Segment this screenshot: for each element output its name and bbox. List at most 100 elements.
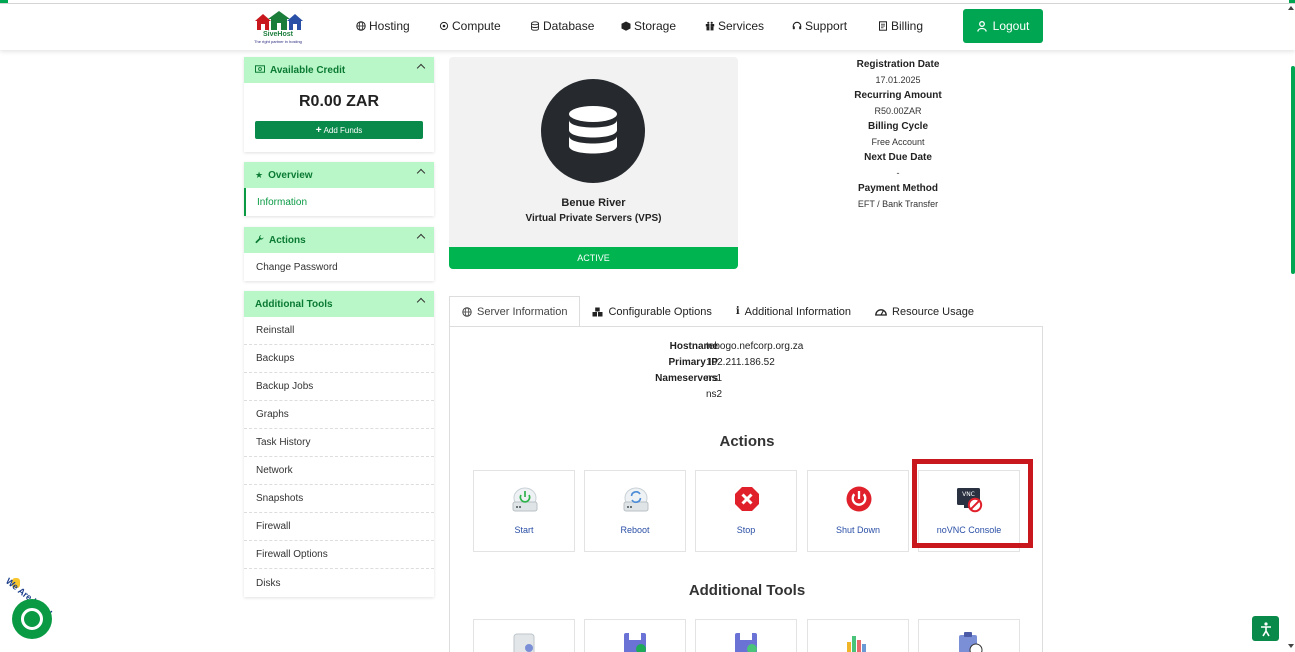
sidebar-item-network[interactable]: Network (244, 457, 434, 485)
overview-panel-title: Overview (268, 169, 313, 181)
sidebar-item-task-history[interactable]: Task History (244, 429, 434, 457)
invoice-icon (879, 21, 887, 31)
sidebar-item-information[interactable]: Information (244, 188, 434, 216)
novnc-highlight-box (912, 459, 1033, 548)
sidebar-item-graphs[interactable]: Graphs (244, 401, 434, 429)
live-chat-button[interactable] (12, 599, 52, 639)
nav-storage-label: Storage (634, 19, 677, 33)
gauge-icon (875, 309, 887, 316)
globe-icon (356, 21, 366, 31)
brand-logo[interactable]: SiveHost The right partner in hosting (246, 9, 310, 49)
gift-icon (705, 21, 715, 31)
overview-panel: ★ Overview Information (244, 162, 434, 216)
tool-task-history-button[interactable] (918, 619, 1020, 652)
credit-panel-title: Available Credit (270, 64, 346, 76)
nav-support[interactable]: Support (792, 19, 847, 33)
sidebar-item-disks[interactable]: Disks (244, 569, 434, 597)
nav-compute-label: Compute (452, 19, 501, 33)
start-label: Start (514, 525, 534, 535)
start-icon (512, 487, 538, 512)
tool-reinstall-button[interactable] (473, 619, 575, 652)
nav-billing[interactable]: Billing (878, 19, 923, 33)
sidebar-item-firewall-options[interactable]: Firewall Options (244, 541, 434, 569)
chevron-up-icon[interactable] (416, 233, 426, 243)
registration-date-value: 17.01.2025 (875, 75, 921, 85)
tab-resource-usage[interactable]: Resource Usage (863, 296, 986, 327)
additional-tools-panel: Additional Tools Reinstall Backups Backu… (244, 291, 434, 597)
start-button[interactable]: Start (473, 470, 575, 552)
box-icon (621, 21, 631, 31)
star-icon: ★ (255, 169, 264, 180)
recurring-amount-value: R50.00ZAR (874, 106, 922, 116)
chevron-up-icon[interactable] (416, 297, 426, 307)
credit-panel: Available Credit R0.00 ZAR + Add Funds (244, 57, 434, 152)
billing-cycle-label: Billing Cycle (867, 121, 928, 132)
chevron-up-icon[interactable] (416, 168, 426, 178)
actions-panel-header[interactable]: Actions (244, 227, 434, 253)
next-due-date-value: - (896, 168, 900, 178)
actions-panel: Actions Change Password (244, 227, 434, 281)
server-info-keys: Hostname Primary IP Nameservers (590, 341, 718, 401)
tool-backup-jobs-button[interactable] (695, 619, 797, 652)
stop-icon (735, 487, 759, 511)
nav-hosting-label: Hosting (369, 19, 410, 33)
tab-configurable-options[interactable]: Configurable Options (580, 296, 723, 327)
accessibility-person-icon (1260, 621, 1271, 636)
accessibility-button[interactable] (1252, 616, 1279, 641)
nav-database[interactable]: Database (530, 19, 594, 33)
nav-billing-label: Billing (891, 19, 924, 33)
actions-section-title: Actions (719, 433, 775, 450)
floppy-jobs-icon (735, 633, 757, 652)
shut-down-button[interactable]: Shut Down (807, 470, 909, 552)
add-funds-button[interactable]: + Add Funds (255, 121, 423, 139)
nameserver-1-value: ns1 (706, 373, 723, 384)
billing-cycle-value: Free Account (871, 137, 925, 147)
brand-tagline: The right partner in hosting (254, 39, 302, 44)
database-icon (569, 106, 617, 154)
tool-backups-button[interactable] (584, 619, 686, 652)
top-navbar: SiveHost The right partner in hosting Ho… (0, 4, 1295, 50)
product-card: Benue River Virtual Private Servers (VPS… (449, 57, 738, 269)
nav-hosting[interactable]: Hosting (356, 19, 410, 33)
payment-method-label: Payment Method (857, 183, 938, 194)
scroll-down-arrow-icon[interactable] (1288, 644, 1294, 648)
sidebar-item-snapshots[interactable]: Snapshots (244, 485, 434, 513)
houses-logo-icon (255, 11, 303, 30)
product-icon-circle (541, 79, 645, 183)
stop-button[interactable]: Stop (695, 470, 797, 552)
tab-additional-information-label: Additional Information (744, 305, 852, 318)
next-due-date-label: Next Due Date (864, 152, 932, 163)
info-icon: i (735, 306, 740, 317)
sidebar-item-backups[interactable]: Backups (244, 345, 434, 373)
additional-tools-section-title: Additional Tools (688, 582, 806, 599)
reinstall-icon (513, 633, 535, 652)
sidebar-item-firewall[interactable]: Firewall (244, 513, 434, 541)
sidebar-item-change-password[interactable]: Change Password (244, 253, 434, 281)
tools-panel-header[interactable]: Additional Tools (244, 291, 434, 317)
credit-panel-header[interactable]: Available Credit (244, 57, 434, 83)
overview-panel-header[interactable]: ★ Overview (244, 162, 434, 188)
sidebar-item-reinstall[interactable]: Reinstall (244, 317, 434, 345)
tab-server-information[interactable]: Server Information (449, 296, 581, 327)
recurring-amount-label: Recurring Amount (854, 90, 942, 101)
logout-button[interactable]: Logout (963, 9, 1043, 43)
sidebar-item-backup-jobs[interactable]: Backup Jobs (244, 373, 434, 401)
nav-compute[interactable]: Compute (439, 19, 501, 33)
plus-icon: + (315, 124, 322, 136)
payment-method-value: EFT / Bank Transfer (857, 199, 939, 209)
scroll-up-arrow-icon[interactable] (1288, 6, 1294, 10)
billing-info: Registration Date 17.01.2025 Recurring A… (798, 57, 998, 212)
reboot-button[interactable]: Reboot (584, 470, 686, 552)
tab-configurable-options-label: Configurable Options (608, 305, 712, 318)
tab-additional-information[interactable]: i Additional Information (724, 296, 863, 327)
tool-graphs-button[interactable] (807, 619, 909, 652)
chevron-up-icon[interactable] (416, 63, 426, 73)
globe-icon (462, 306, 472, 317)
scrollbar-thumb[interactable] (1291, 66, 1295, 274)
nav-services[interactable]: Services (705, 19, 764, 33)
power-icon (846, 486, 872, 512)
tools-panel-title: Additional Tools (255, 298, 333, 310)
tab-resource-usage-label: Resource Usage (892, 305, 974, 318)
stop-label: Stop (736, 525, 756, 535)
nav-storage[interactable]: Storage (621, 19, 676, 33)
